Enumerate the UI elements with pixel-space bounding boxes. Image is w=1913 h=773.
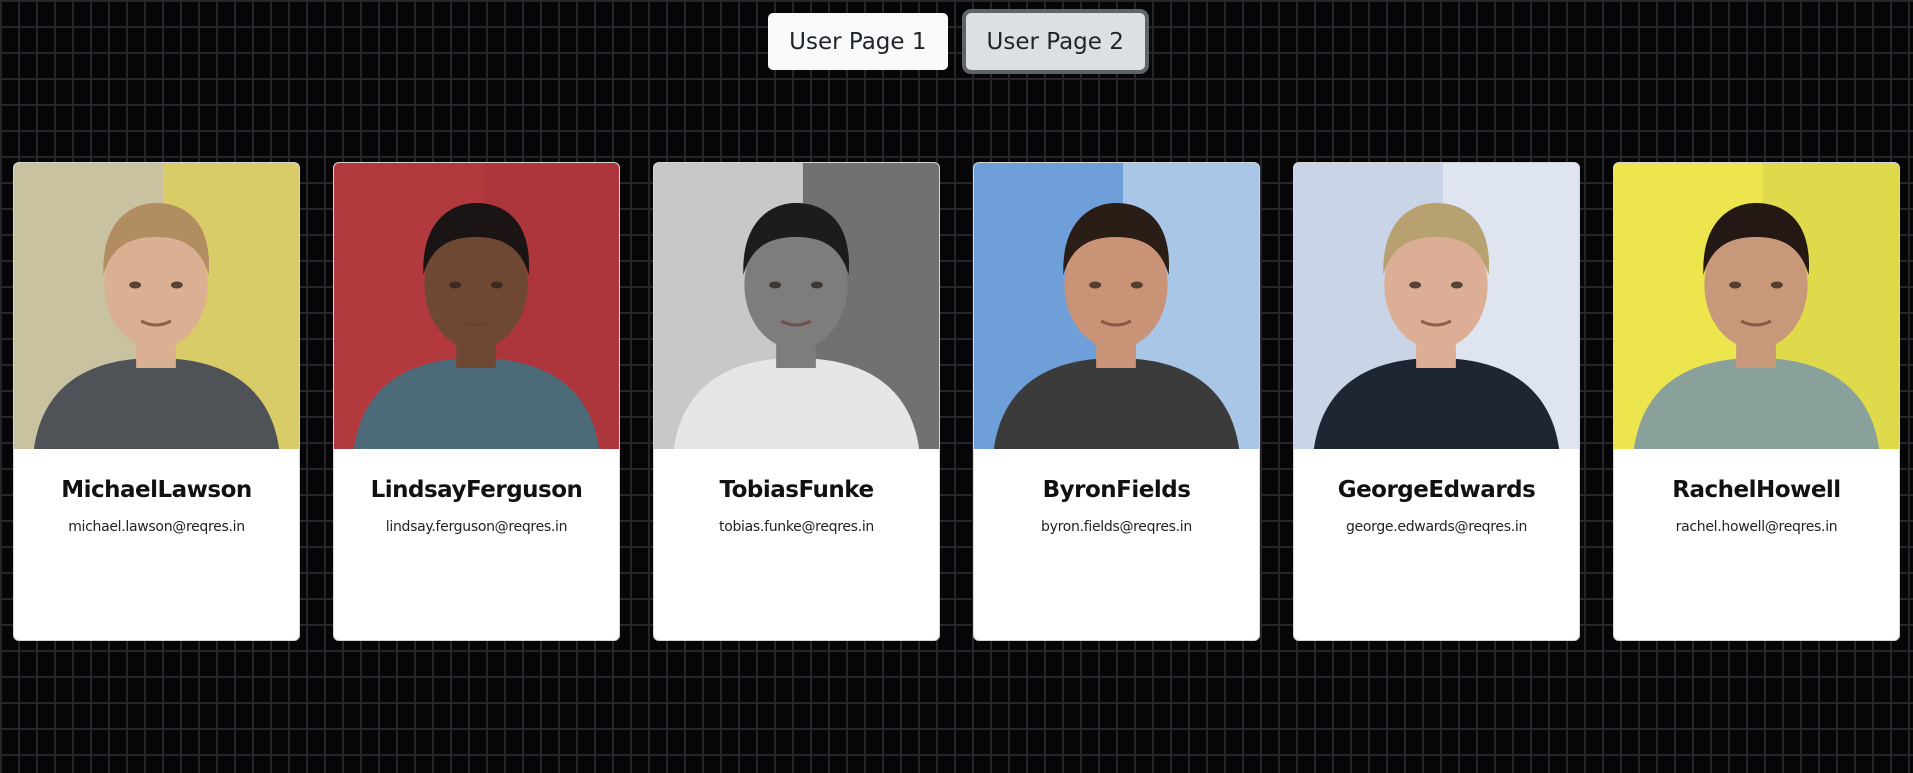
- user-avatar: [654, 163, 939, 449]
- user-photo: [974, 163, 1259, 449]
- user-email: rachel.howell@reqres.in: [1675, 519, 1838, 535]
- user-photo: [14, 163, 299, 449]
- user-name: GeorgeEdwards: [1337, 477, 1536, 503]
- user-page-1-button[interactable]: User Page 1: [768, 13, 948, 70]
- user-name: MichaelLawson: [61, 477, 252, 503]
- user-page-nav: User Page 1 User Page 2: [0, 13, 1913, 70]
- user-email: tobias.funke@reqres.in: [719, 519, 874, 535]
- user-card: GeorgeEdwards george.edwards@reqres.in: [1293, 162, 1580, 641]
- user-card: TobiasFunke tobias.funke@reqres.in: [653, 162, 940, 641]
- user-name: RachelHowell: [1672, 477, 1841, 503]
- user-email: byron.fields@reqres.in: [1041, 519, 1192, 535]
- user-avatar: [1614, 163, 1899, 449]
- user-name: LindsayFerguson: [370, 477, 583, 503]
- user-photo: [1614, 163, 1899, 449]
- user-name: TobiasFunke: [719, 477, 874, 503]
- user-photo: [654, 163, 939, 449]
- user-avatar: [14, 163, 299, 449]
- user-email: george.edwards@reqres.in: [1345, 519, 1528, 535]
- user-name: ByronFields: [1042, 477, 1191, 503]
- user-card-grid: MichaelLawson michael.lawson@reqres.in L…: [13, 162, 1900, 641]
- user-photo: [1294, 163, 1579, 449]
- user-card: ByronFields byron.fields@reqres.in: [973, 162, 1260, 641]
- user-card: RachelHowell rachel.howell@reqres.in: [1613, 162, 1900, 641]
- user-photo: [334, 163, 619, 449]
- user-email: lindsay.ferguson@reqres.in: [385, 519, 568, 535]
- user-page-2-button[interactable]: User Page 2: [965, 13, 1145, 70]
- user-avatar: [1294, 163, 1579, 449]
- user-email: michael.lawson@reqres.in: [68, 519, 245, 535]
- user-avatar: [334, 163, 619, 449]
- user-avatar: [974, 163, 1259, 449]
- user-card: LindsayFerguson lindsay.ferguson@reqres.…: [333, 162, 620, 641]
- user-card: MichaelLawson michael.lawson@reqres.in: [13, 162, 300, 641]
